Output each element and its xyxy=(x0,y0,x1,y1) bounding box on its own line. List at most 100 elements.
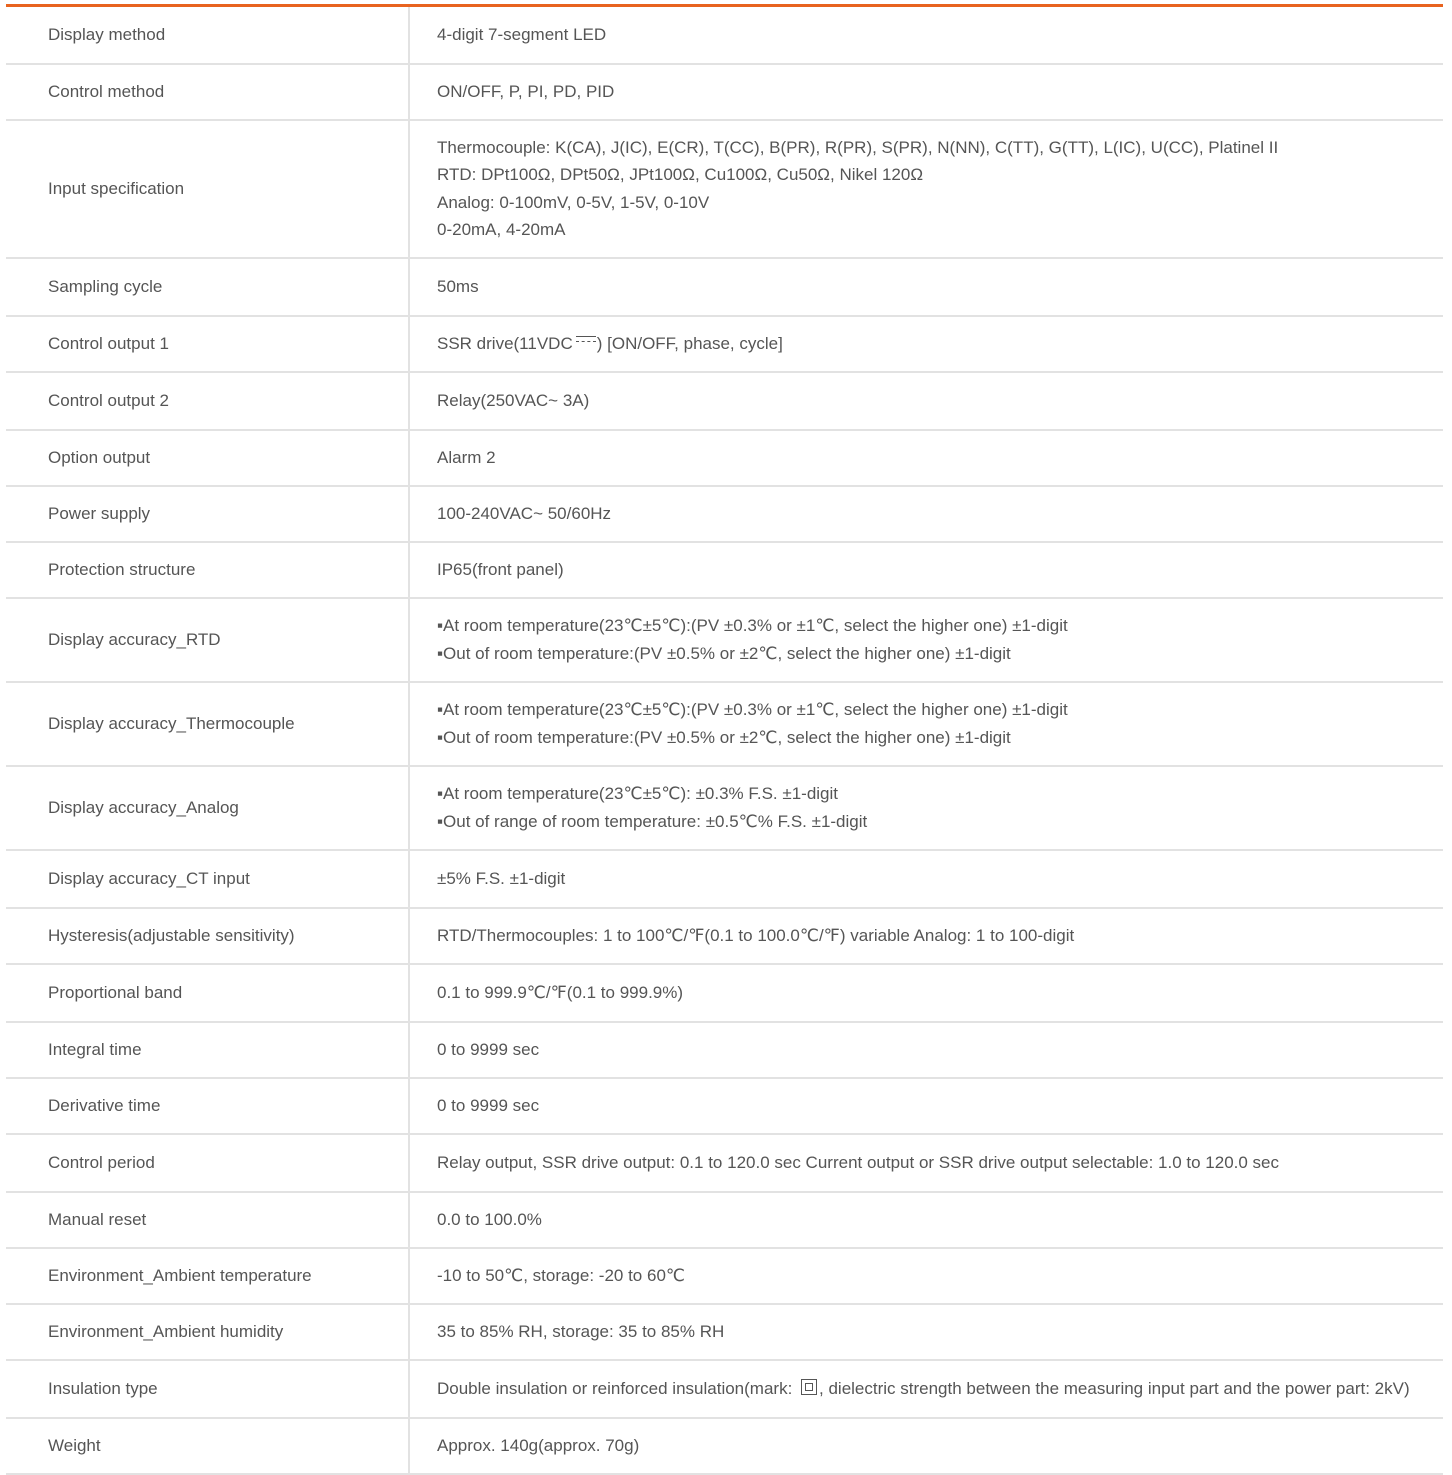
spec-value: IP65(front panel) xyxy=(409,541,1443,599)
spec-row: Option output Alarm 2 xyxy=(6,429,1443,487)
spec-value: ON/OFF, P, PI, PD, PID xyxy=(409,63,1443,121)
spec-label: Control period xyxy=(6,1133,410,1193)
spec-row: Sampling cycle 50ms xyxy=(6,257,1443,317)
spec-label: Option output xyxy=(6,429,410,487)
spec-value: 50ms xyxy=(409,257,1443,317)
spec-value-line: ▪Out of range of room temperature: ±0.5℃… xyxy=(437,811,868,831)
spec-label: Display accuracy_Analog xyxy=(6,765,410,851)
spec-label: Environment_Ambient temperature xyxy=(6,1247,410,1305)
spec-value-text: SSR drive(11VDC xyxy=(437,333,573,353)
spec-row: Display accuracy_Thermocouple ▪At room te… xyxy=(6,681,1443,767)
spec-value: -10 to 50℃, storage: -20 to 60℃ xyxy=(409,1247,1443,1305)
spec-row: Display accuracy_CT input ±5% F.S. ±1-dig… xyxy=(6,849,1443,909)
spec-value: 4-digit 7-segment LED xyxy=(409,4,1443,65)
spec-value-line: ON/OFF, P, PI, PD, PID xyxy=(437,81,615,101)
spec-value-line: 35 to 85% RH, storage: 35 to 85% RH xyxy=(437,1321,725,1341)
spec-value: Relay(250VAC~ 3A) xyxy=(409,371,1443,431)
spec-value-line: 0.1 to 999.9℃/℉(0.1 to 999.9%) xyxy=(437,982,684,1002)
spec-row: Integral time 0 to 9999 sec xyxy=(6,1021,1443,1079)
spec-value-line: RTD/Thermocouples: 1 to 100℃/℉(0.1 to 10… xyxy=(437,925,1075,945)
spec-value-line: Analog: 0-100mV, 0-5V, 1-5V, 0-10V xyxy=(437,192,710,212)
spec-label: Control method xyxy=(6,63,410,121)
spec-value: Relay output, SSR drive output: 0.1 to 1… xyxy=(409,1133,1443,1193)
spec-value-line: 50ms xyxy=(437,276,479,296)
spec-value: Approx. 140g(approx. 70g) xyxy=(409,1417,1443,1475)
spec-value: 100-240VAC~ 50/60Hz xyxy=(409,485,1443,543)
spec-value-line: Approx. 140g(approx. 70g) xyxy=(437,1435,640,1455)
spec-label: Environment_Ambient humidity xyxy=(6,1303,410,1361)
spec-label: Display accuracy_RTD xyxy=(6,597,410,683)
spec-value-line: Relay output, SSR drive output: 0.1 to 1… xyxy=(437,1152,1279,1172)
spec-value-line: ▪Out of room temperature:(PV ±0.5% or ±2… xyxy=(437,727,1011,747)
spec-label: Display method xyxy=(6,4,410,65)
spec-value-line: -10 to 50℃, storage: -20 to 60℃ xyxy=(437,1265,685,1285)
spec-label: Control output 1 xyxy=(6,315,410,373)
spec-value-text: Double insulation or reinforced insulati… xyxy=(437,1378,798,1398)
spec-label: Hysteresis(adjustable sensitivity) xyxy=(6,907,410,965)
spec-value: ±5% F.S. ±1-digit xyxy=(409,849,1443,909)
spec-value-line: Relay(250VAC~ 3A) xyxy=(437,390,590,410)
spec-value-line: ▪Out of room temperature:(PV ±0.5% or ±2… xyxy=(437,643,1011,663)
spec-value-line: ▪At room temperature(23℃±5℃):(PV ±0.3% o… xyxy=(437,700,1068,719)
spec-value-line: ▪At room temperature(23℃±5℃): ±0.3% F.S.… xyxy=(437,784,839,803)
spec-label: Display accuracy_Thermocouple xyxy=(6,681,410,767)
spec-row: Protection structure IP65(front panel) xyxy=(6,541,1443,599)
spec-row: Derivative time 0 to 9999 sec xyxy=(6,1077,1443,1135)
spec-value-text: , dielectric strength between the measur… xyxy=(819,1378,1410,1398)
spec-label: Derivative time xyxy=(6,1077,410,1135)
spec-value-line: Alarm 2 xyxy=(437,447,496,467)
dc-symbol-icon xyxy=(575,335,596,345)
spec-value: Alarm 2 xyxy=(409,429,1443,487)
spec-value: Thermocouple: K(CA), J(IC), E(CR), T(CC)… xyxy=(409,119,1443,259)
spec-label: Proportional band xyxy=(6,963,410,1023)
spec-value-line: 0 to 9999 sec xyxy=(437,1039,540,1059)
spec-value: 0 to 9999 sec xyxy=(409,1021,1443,1079)
spec-row: Manual reset 0.0 to 100.0% xyxy=(6,1191,1443,1249)
spec-row: Insulation type Double insulation or rein… xyxy=(6,1359,1443,1419)
spec-row: Display accuracy_RTD ▪At room temperature… xyxy=(6,597,1443,683)
spec-table-body: Display method 4-digit 7-segment LED Contr… xyxy=(6,4,1443,1475)
spec-value-line: IP65(front panel) xyxy=(437,559,564,579)
spec-table: Display method 4-digit 7-segment LED Contr… xyxy=(6,4,1443,1475)
spec-value: RTD/Thermocouples: 1 to 100℃/℉(0.1 to 10… xyxy=(409,907,1443,965)
spec-label: Manual reset xyxy=(6,1191,410,1249)
spec-value-line: 0 to 9999 sec xyxy=(437,1095,540,1115)
spec-row: Control period Relay output, SSR drive ou… xyxy=(6,1133,1443,1193)
spec-value: ▪At room temperature(23℃±5℃):(PV ±0.3% o… xyxy=(409,681,1443,767)
spec-value: 35 to 85% RH, storage: 35 to 85% RH xyxy=(409,1303,1443,1361)
spec-row: Control output 2 Relay(250VAC~ 3A) xyxy=(6,371,1443,431)
spec-row: Weight Approx. 140g(approx. 70g) xyxy=(6,1417,1443,1475)
spec-label: Insulation type xyxy=(6,1359,410,1419)
spec-value: 0 to 9999 sec xyxy=(409,1077,1443,1135)
spec-row: Input specification Thermocouple: K(CA), … xyxy=(6,119,1443,259)
spec-label: Input specification xyxy=(6,119,410,259)
spec-value: 0.1 to 999.9℃/℉(0.1 to 999.9%) xyxy=(409,963,1443,1023)
spec-label: Control output 2 xyxy=(6,371,410,431)
spec-row: Hysteresis(adjustable sensitivity) RTD/Th… xyxy=(6,907,1443,965)
spec-row: Control output 1 SSR drive(11VDC) [ON/OFF… xyxy=(6,315,1443,373)
spec-value: 0.0 to 100.0% xyxy=(409,1191,1443,1249)
spec-label: Protection structure xyxy=(6,541,410,599)
spec-row: Proportional band 0.1 to 999.9℃/℉(0.1 to … xyxy=(6,963,1443,1023)
spec-value-line: Thermocouple: K(CA), J(IC), E(CR), T(CC)… xyxy=(437,137,1279,157)
spec-row: Environment_Ambient humidity 35 to 85% RH… xyxy=(6,1303,1443,1361)
spec-label: Sampling cycle xyxy=(6,257,410,317)
spec-label: Display accuracy_CT input xyxy=(6,849,410,909)
spec-value: ▪At room temperature(23℃±5℃):(PV ±0.3% o… xyxy=(409,597,1443,683)
double-insulation-icon xyxy=(801,1378,818,1395)
spec-label: Integral time xyxy=(6,1021,410,1079)
spec-value-line: RTD: DPt100Ω, DPt50Ω, JPt100Ω, Cu100Ω, C… xyxy=(437,165,924,184)
spec-row: Environment_Ambient temperature -10 to 50… xyxy=(6,1247,1443,1305)
spec-value-line: 0.0 to 100.0% xyxy=(437,1209,542,1229)
spec-value-line: 4-digit 7-segment LED xyxy=(437,25,607,44)
spec-value: SSR drive(11VDC) [ON/OFF, phase, cycle] xyxy=(409,315,1443,373)
spec-label: Power supply xyxy=(6,485,410,543)
spec-row: Display accuracy_Analog ▪At room temperat… xyxy=(6,765,1443,851)
spec-label: Weight xyxy=(6,1417,410,1475)
spec-value-line: ▪At room temperature(23℃±5℃):(PV ±0.3% o… xyxy=(437,616,1068,635)
spec-value-line: 100-240VAC~ 50/60Hz xyxy=(437,503,612,523)
spec-value: Double insulation or reinforced insulati… xyxy=(409,1359,1443,1419)
spec-value: ▪At room temperature(23℃±5℃): ±0.3% F.S.… xyxy=(409,765,1443,851)
spec-row: Control method ON/OFF, P, PI, PD, PID xyxy=(6,63,1443,121)
spec-value-line: ±5% F.S. ±1-digit xyxy=(437,868,566,888)
